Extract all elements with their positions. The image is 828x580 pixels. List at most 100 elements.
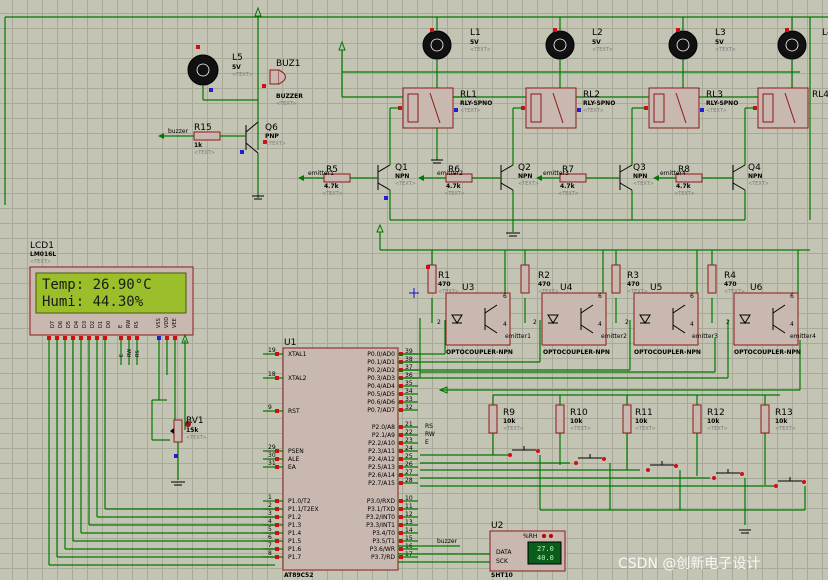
push-button-4[interactable]	[712, 469, 744, 480]
mcu-pin-number: 2	[268, 502, 272, 509]
r3-ref: R3	[627, 271, 639, 281]
lamp-l4[interactable]: L4	[777, 28, 828, 90]
resistor-r7[interactable]: emitter3 R7 4.7k <TEXT>	[536, 165, 620, 197]
lcd-lcd1[interactable]: LCD1 LM016L <TEXT> Temp: 26.90°C Humi: 4…	[29, 241, 194, 340]
key-wiring	[420, 394, 806, 534]
resistor-r12[interactable]: R12 10k <TEXT>	[692, 404, 728, 434]
resistor-r9[interactable]: R9 10k <TEXT>	[488, 404, 524, 434]
svg-text:2: 2	[437, 319, 441, 326]
u5-net: emitter3	[692, 333, 718, 340]
push-button-3[interactable]	[646, 461, 678, 472]
lcd-pin-markers	[47, 336, 177, 340]
mcu-pin-name: P2.0/A8	[372, 424, 395, 431]
mcu-pin-marker	[275, 523, 279, 527]
mcu-pin-number: 10	[405, 495, 413, 502]
mcu-pin-number: 5	[268, 526, 272, 533]
lamp-l3[interactable]: L3 5V <TEXT>	[668, 28, 736, 90]
resistor-r15[interactable]: buzzer R15 1k <TEXT>	[158, 123, 246, 156]
sensor-sht10[interactable]: U2 %RH DATA SCK 27.0 40.0 SHT10	[489, 521, 566, 579]
optocoupler-u6[interactable]: U6 2 6 4 emitter4 OPTOCOUPLER-NPN	[726, 283, 816, 356]
svg-text:4: 4	[690, 321, 694, 328]
r11-text: <TEXT>	[635, 426, 656, 432]
mcu-pin-number: 27	[405, 469, 413, 476]
push-button-1[interactable]	[508, 446, 540, 457]
resistor-r8[interactable]: emitter4 R8 4.7k <TEXT>	[653, 165, 733, 197]
relay-rl3[interactable]: RL3 RLY-SPNO <TEXT>	[644, 87, 738, 129]
l3-ref: L3	[715, 28, 726, 38]
optocoupler-u3[interactable]: U3 2 6 4 emitter1 OPTOCOUPLER-NPN	[437, 283, 531, 356]
transistor-q1[interactable]: Q1 NPN <TEXT>	[377, 163, 416, 200]
mcu-pin-marker	[399, 433, 403, 437]
resistor-r3[interactable]: R3 470 <TEXT>	[611, 264, 648, 295]
mcu-pin-name: P2.5/A13	[368, 464, 395, 471]
q2-value: NPN	[518, 173, 532, 180]
sht10-sck-label: SCK	[496, 558, 509, 565]
transistor-q3[interactable]: Q3 NPN <TEXT>	[619, 163, 654, 191]
transistor-q6[interactable]: Q6 PNP <TEXT>	[240, 121, 286, 200]
svg-text:D4: D4	[74, 321, 80, 328]
lamp-l1[interactable]: L1 5V <TEXT>	[422, 28, 491, 90]
buzzer-buz1[interactable]: BUZ1 BUZZER <TEXT>	[262, 59, 303, 107]
resistor-r6[interactable]: emitter2 R6 4.7k <TEXT>	[418, 165, 501, 197]
q1-text: <TEXT>	[395, 181, 416, 187]
mcu-pin-number: 25	[405, 453, 413, 460]
mcu-pin-number: 4	[268, 518, 272, 525]
relay-rl4[interactable]: RL4	[753, 87, 828, 129]
q6-text: <TEXT>	[265, 141, 286, 147]
mcu-pin-number: 11	[405, 503, 413, 510]
l5-ref: L5	[232, 53, 243, 63]
mcu-pin-name: P0.1/AD1	[367, 359, 395, 366]
transistor-q2[interactable]: Q2 NPN <TEXT>	[500, 163, 539, 191]
resistor-r4[interactable]: R4 470 <TEXT>	[707, 264, 745, 295]
mcu-pin-number: 30	[268, 452, 276, 459]
buzzer-net-label: buzzer	[437, 538, 458, 545]
resistor-r11[interactable]: R11 10k <TEXT>	[622, 404, 656, 434]
rl3-text: <TEXT>	[706, 108, 727, 114]
mcu-pin-number: 14	[405, 527, 413, 534]
r13-ref: R13	[775, 408, 793, 418]
relay-rl2[interactable]: RL2 RLY-SPNO <TEXT>	[521, 87, 615, 129]
svg-text:E: E	[425, 439, 429, 446]
mcu-pin-name: P3.4/T0	[372, 530, 395, 537]
r6-text: <TEXT>	[444, 191, 465, 197]
transistor-q4[interactable]: Q4 NPN <TEXT>	[732, 163, 769, 191]
u3-value: OPTOCOUPLER-NPN	[446, 349, 513, 356]
u6-ref: U6	[750, 283, 763, 293]
svg-text:6: 6	[598, 293, 602, 300]
svg-text:D1: D1	[98, 321, 104, 328]
lamp-l5[interactable]: L5 5V <TEXT>	[187, 45, 258, 101]
q1-ref: Q1	[395, 163, 408, 173]
resistor-r10[interactable]: R10 10k <TEXT>	[555, 404, 591, 434]
resistor-r5[interactable]: emitter1 R5 4.7k <TEXT>	[298, 165, 378, 197]
push-button-5[interactable]	[774, 477, 806, 488]
lamp-l2[interactable]: L2 5V <TEXT>	[545, 28, 613, 90]
mcu-pin-marker	[275, 531, 279, 535]
mcu-pin-marker	[399, 473, 403, 477]
relay-rl1[interactable]: RL1 RLY-SPNO <TEXT>	[398, 87, 492, 129]
u4-value: OPTOCOUPLER-NPN	[543, 349, 610, 356]
resistor-r13[interactable]: R13 10k <TEXT>	[760, 404, 796, 434]
mcu-pin-name: P2.3/A11	[368, 448, 395, 455]
mcu-pin-number: 13	[405, 519, 413, 526]
u6-value: OPTOCOUPLER-NPN	[734, 349, 801, 356]
optocoupler-u4[interactable]: U4 2 6 4 emitter2 OPTOCOUPLER-NPN	[533, 283, 627, 356]
rl4-ref: RL4	[812, 90, 828, 100]
svg-text:D5: D5	[66, 321, 72, 328]
r12-value: 10k	[707, 418, 720, 425]
mcu-pin-marker	[399, 441, 403, 445]
l4-ref: L4	[822, 28, 828, 38]
mcu-pin-number: 12	[405, 511, 413, 518]
resistor-r1[interactable]: R1 470 <TEXT>	[426, 264, 459, 295]
push-button-2[interactable]	[574, 454, 606, 465]
l1-text: <TEXT>	[470, 47, 491, 53]
optocoupler-u5[interactable]: U5 2 6 4 emitter3 OPTOCOUPLER-NPN	[625, 283, 718, 356]
svg-text:D7: D7	[50, 321, 56, 328]
mcu-pin-marker	[399, 515, 403, 519]
mcu-pin-name: P3.6/WR	[370, 546, 395, 553]
mcu-pin-name: EA	[288, 464, 297, 471]
resistor-r2[interactable]: R2 470 <TEXT>	[520, 264, 559, 295]
rl3-ref: RL3	[706, 90, 723, 100]
potentiometer-rv1[interactable]: RV1 15k <TEXT>	[170, 416, 207, 458]
svg-text:6: 6	[690, 293, 694, 300]
rv1-text: <TEXT>	[186, 435, 207, 441]
